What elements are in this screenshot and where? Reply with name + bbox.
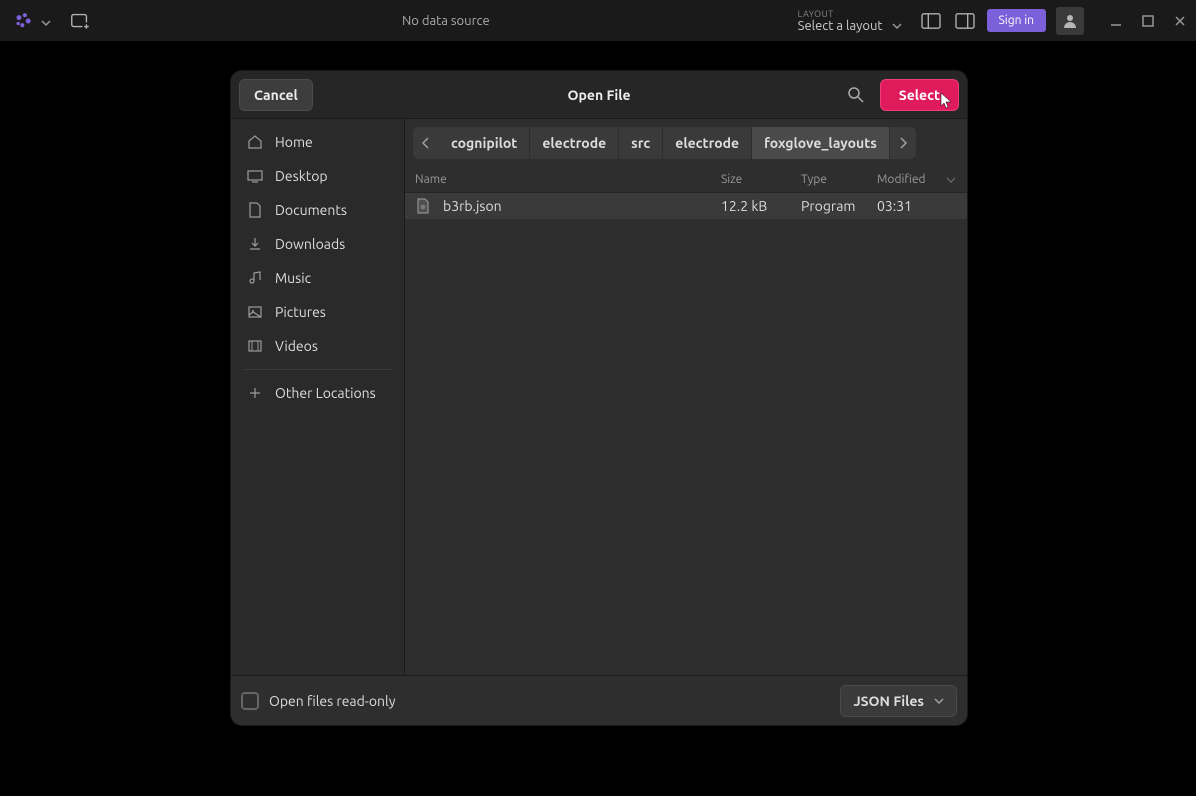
main-panel: cognipilot electrode src electrode foxgl… (405, 119, 967, 675)
sidebar-item-label: Documents (275, 202, 347, 218)
videos-icon (247, 338, 263, 354)
sidebar-item-desktop[interactable]: Desktop (231, 159, 404, 193)
chevron-down-icon (40, 15, 52, 27)
dialog-header: Cancel Open File Select (231, 71, 967, 119)
close-icon (1173, 14, 1187, 28)
column-header-name[interactable]: Name (415, 173, 721, 186)
file-name: b3rb.json (443, 198, 502, 214)
sidebar-item-label: Pictures (275, 304, 326, 320)
layout-value: Select a layout (798, 19, 883, 33)
breadcrumb-forward-button[interactable] (890, 127, 916, 159)
breadcrumb-item[interactable]: src (619, 127, 663, 159)
sidebar-item-videos[interactable]: Videos (231, 329, 404, 363)
breadcrumb-item-current[interactable]: foxglove_layouts (752, 127, 890, 159)
sidebar-item-label: Desktop (275, 168, 328, 184)
sidebar-item-downloads[interactable]: Downloads (231, 227, 404, 261)
documents-icon (247, 202, 263, 218)
dialog-body: Home Desktop Documents Downloads Music P… (231, 119, 967, 675)
search-icon (847, 86, 865, 104)
user-button[interactable] (1056, 7, 1084, 35)
sidebar-item-pictures[interactable]: Pictures (231, 295, 404, 329)
file-cell-size: 12.2 kB (721, 198, 801, 214)
breadcrumb-back-button[interactable] (413, 127, 439, 159)
left-panel-toggle[interactable] (919, 11, 943, 31)
chevron-down-icon (934, 697, 944, 705)
cursor-pointer-icon (940, 92, 954, 110)
dialog-header-right: Select (846, 79, 959, 111)
dialog-footer: Open files read-only JSON Files (231, 675, 967, 725)
open-file-dialog: Cancel Open File Select Home Desktop (230, 70, 968, 726)
readonly-label: Open files read-only (269, 693, 395, 709)
places-sidebar: Home Desktop Documents Downloads Music P… (231, 119, 405, 675)
sidebar-item-label: Home (275, 134, 313, 150)
readonly-checkbox-row: Open files read-only (241, 692, 395, 710)
sidebar-item-label: Downloads (275, 236, 345, 252)
topbar-right: LAYOUT Select a layout Sign in (798, 7, 1188, 35)
sort-desc-icon (946, 176, 956, 184)
pictures-icon (247, 304, 263, 320)
panel-left-icon (920, 12, 942, 30)
data-source-label[interactable]: No data source (94, 14, 798, 28)
panel-right-icon (954, 12, 976, 30)
sidebar-item-other-locations[interactable]: Other Locations (231, 376, 404, 410)
breadcrumb-bar: cognipilot electrode src electrode foxgl… (405, 119, 967, 167)
app-menu-button[interactable] (8, 7, 58, 35)
add-panel-button[interactable] (66, 7, 94, 35)
search-button[interactable] (846, 85, 866, 105)
select-button[interactable]: Select (880, 79, 959, 111)
table-row[interactable]: b3rb.json 12.2 kB Program 03:31 (405, 193, 967, 219)
breadcrumb-item[interactable]: cognipilot (439, 127, 530, 159)
select-button-label: Select (899, 87, 940, 103)
desktop-icon (247, 168, 263, 184)
table-header: Name Size Type Modified (405, 167, 967, 193)
dialog-title: Open File (567, 87, 630, 103)
filetype-label: JSON Files (853, 693, 924, 709)
file-cell-name: b3rb.json (415, 198, 721, 214)
downloads-icon (247, 236, 263, 252)
filetype-selector[interactable]: JSON Files (840, 685, 957, 717)
home-icon (247, 134, 263, 150)
plus-icon (247, 385, 263, 401)
sidebar-item-label: Other Locations (275, 385, 376, 401)
layout-label: LAYOUT (798, 9, 903, 19)
file-cell-type: Program (801, 198, 877, 214)
column-header-modified[interactable]: Modified (877, 173, 957, 186)
music-icon (247, 270, 263, 286)
file-cell-modified: 03:31 (877, 198, 957, 214)
layout-value-row: Select a layout (798, 19, 903, 33)
close-button[interactable] (1172, 13, 1188, 29)
signin-button[interactable]: Sign in (987, 9, 1046, 32)
minimize-button[interactable] (1108, 13, 1124, 29)
right-panel-toggle[interactable] (953, 11, 977, 31)
chevron-left-icon (421, 137, 431, 149)
sidebar-item-home[interactable]: Home (231, 125, 404, 159)
breadcrumb-item[interactable]: electrode (530, 127, 619, 159)
cancel-button[interactable]: Cancel (239, 79, 313, 111)
maximize-icon (1141, 14, 1155, 28)
sidebar-divider (243, 369, 392, 370)
column-header-modified-label: Modified (877, 173, 926, 186)
add-panel-icon (69, 10, 91, 32)
user-icon (1062, 13, 1078, 29)
sidebar-item-music[interactable]: Music (231, 261, 404, 295)
readonly-checkbox[interactable] (241, 692, 259, 710)
file-icon (415, 198, 431, 214)
minimize-icon (1109, 14, 1123, 28)
window-controls (1108, 13, 1188, 29)
sidebar-item-documents[interactable]: Documents (231, 193, 404, 227)
chevron-right-icon (898, 137, 908, 149)
topbar-left (8, 7, 94, 35)
breadcrumb: cognipilot electrode src electrode foxgl… (413, 127, 916, 159)
file-table: Name Size Type Modified b3rb.json (405, 167, 967, 675)
maximize-button[interactable] (1140, 13, 1156, 29)
app-topbar: No data source LAYOUT Select a layout Si… (0, 0, 1196, 41)
layout-selector[interactable]: LAYOUT Select a layout (798, 9, 903, 33)
column-header-size[interactable]: Size (721, 173, 801, 186)
column-header-type[interactable]: Type (801, 173, 877, 186)
chevron-down-icon (891, 20, 903, 32)
foxglove-logo-icon (14, 11, 34, 31)
sidebar-item-label: Music (275, 270, 311, 286)
sidebar-item-label: Videos (275, 338, 318, 354)
breadcrumb-item[interactable]: electrode (663, 127, 752, 159)
